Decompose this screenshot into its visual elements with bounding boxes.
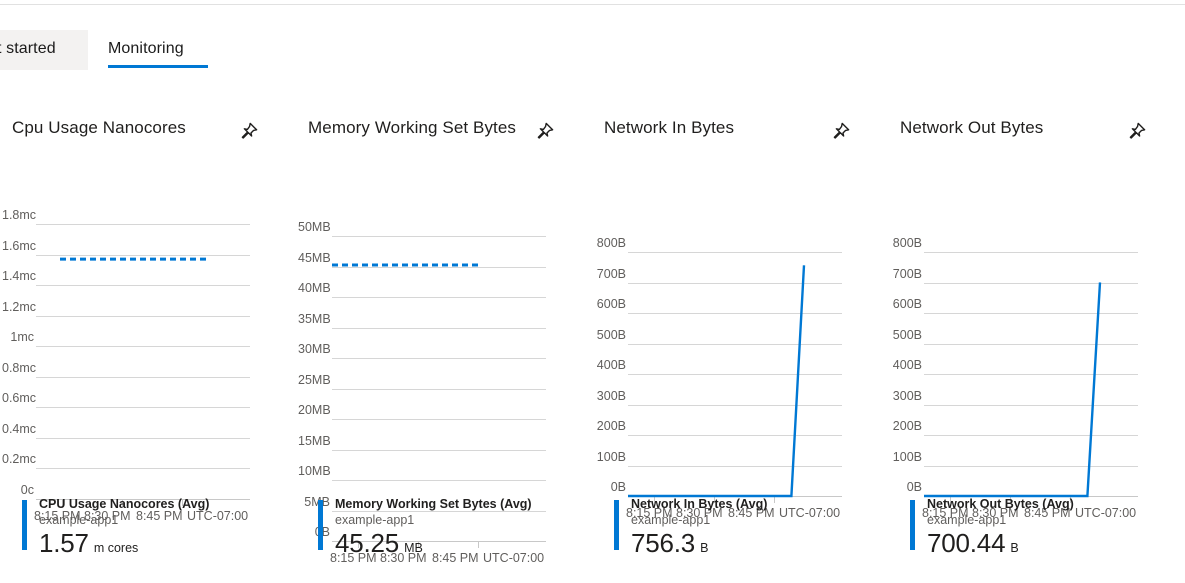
legend-metric-name: Network In Bytes (Avg) <box>631 496 767 512</box>
legend-unit: B <box>1010 540 1018 556</box>
chart-header: Memory Working Set Bytes <box>296 104 592 150</box>
plot-area: 1.8mc1.6mc1.4mc1.2mc1mc0.8mc0.6mc0.4mc0.… <box>0 150 296 490</box>
legend-value: 700.44 <box>927 528 1005 558</box>
legend-unit: MB <box>404 540 423 556</box>
legend-value-row: 45.25 MB <box>335 528 423 558</box>
chart-title: Memory Working Set Bytes <box>308 118 516 138</box>
legend-metric-name: Network Out Bytes (Avg) <box>927 496 1074 512</box>
tab-monitoring-label: Monitoring <box>108 40 184 58</box>
legend-color-swatch <box>910 500 915 550</box>
chart-title: Network Out Bytes <box>900 118 1043 138</box>
series-line-cpu-usage-nanocores-avg- <box>0 150 296 539</box>
pin-icon[interactable] <box>236 120 262 146</box>
plot-area: 800B700B600B500B400B300B200B100B0B8:15 P… <box>888 150 1184 490</box>
chart-legend: Network Out Bytes (Avg)example-app1700.4… <box>888 496 1184 568</box>
legend-value-row: 756.3 B <box>631 528 708 558</box>
chart-header: Network Out Bytes <box>888 104 1184 150</box>
legend-metric-name: Memory Working Set Bytes (Avg) <box>335 496 532 512</box>
legend-color-swatch <box>614 500 619 550</box>
chart-card-network-out-bytes: Network Out Bytes 800B700B600B500B400B300… <box>888 104 1184 583</box>
chart-title: Network In Bytes <box>604 118 734 138</box>
tab-get-started[interactable]: et started <box>0 30 88 70</box>
legend-value: 1.57 <box>39 528 89 558</box>
chart-legend: Memory Working Set Bytes (Avg)example-ap… <box>296 496 592 568</box>
pin-icon[interactable] <box>828 120 854 146</box>
legend-resource-name: example-app1 <box>39 512 118 528</box>
plot-area: 50MB45MB40MB35MB30MB25MB20MB15MB10MB5MB0… <box>296 150 592 490</box>
tab-strip: et started Monitoring <box>0 30 1185 76</box>
tab-get-started-label: et started <box>0 40 56 58</box>
legend-value: 45.25 <box>335 528 399 558</box>
legend-metric-name: CPU Usage Nanocores (Avg) <box>39 496 209 512</box>
chart-card-cpu-usage-nanocores: Cpu Usage Nanocores 1.8mc1.6mc1.4mc1.2mc1… <box>0 104 296 583</box>
chart-header: Cpu Usage Nanocores <box>0 104 296 150</box>
legend-value-row: 700.44 B <box>927 528 1019 558</box>
chart-legend: Network In Bytes (Avg)example-app1756.3 B <box>592 496 888 568</box>
chart-card-memory-working-set-bytes: Memory Working Set Bytes 50MB45MB40MB35MB… <box>296 104 592 583</box>
tab-monitoring[interactable]: Monitoring <box>104 30 188 74</box>
legend-resource-name: example-app1 <box>927 512 1006 528</box>
chart-title: Cpu Usage Nanocores <box>12 118 186 138</box>
tab-active-indicator <box>108 65 208 68</box>
plot-area: 800B700B600B500B400B300B200B100B0B8:15 P… <box>592 150 888 490</box>
chart-card-network-in-bytes: Network In Bytes 800B700B600B500B400B300B… <box>592 104 888 583</box>
legend-color-swatch <box>22 500 27 550</box>
legend-value: 756.3 <box>631 528 695 558</box>
series-line-network-out-bytes-avg- <box>888 150 1184 536</box>
pin-icon[interactable] <box>532 120 558 146</box>
legend-unit: B <box>700 540 708 556</box>
chart-header: Network In Bytes <box>592 104 888 150</box>
chart-legend: CPU Usage Nanocores (Avg)example-app11.5… <box>0 496 296 568</box>
series-line-network-in-bytes-avg- <box>592 150 888 536</box>
legend-value-row: 1.57 m cores <box>39 528 138 558</box>
monitoring-chart-grid: Cpu Usage Nanocores 1.8mc1.6mc1.4mc1.2mc1… <box>0 104 1185 583</box>
top-divider <box>0 4 1185 5</box>
legend-color-swatch <box>318 500 323 550</box>
legend-resource-name: example-app1 <box>631 512 710 528</box>
legend-resource-name: example-app1 <box>335 512 414 528</box>
pin-icon[interactable] <box>1124 120 1150 146</box>
legend-unit: m cores <box>94 540 138 556</box>
